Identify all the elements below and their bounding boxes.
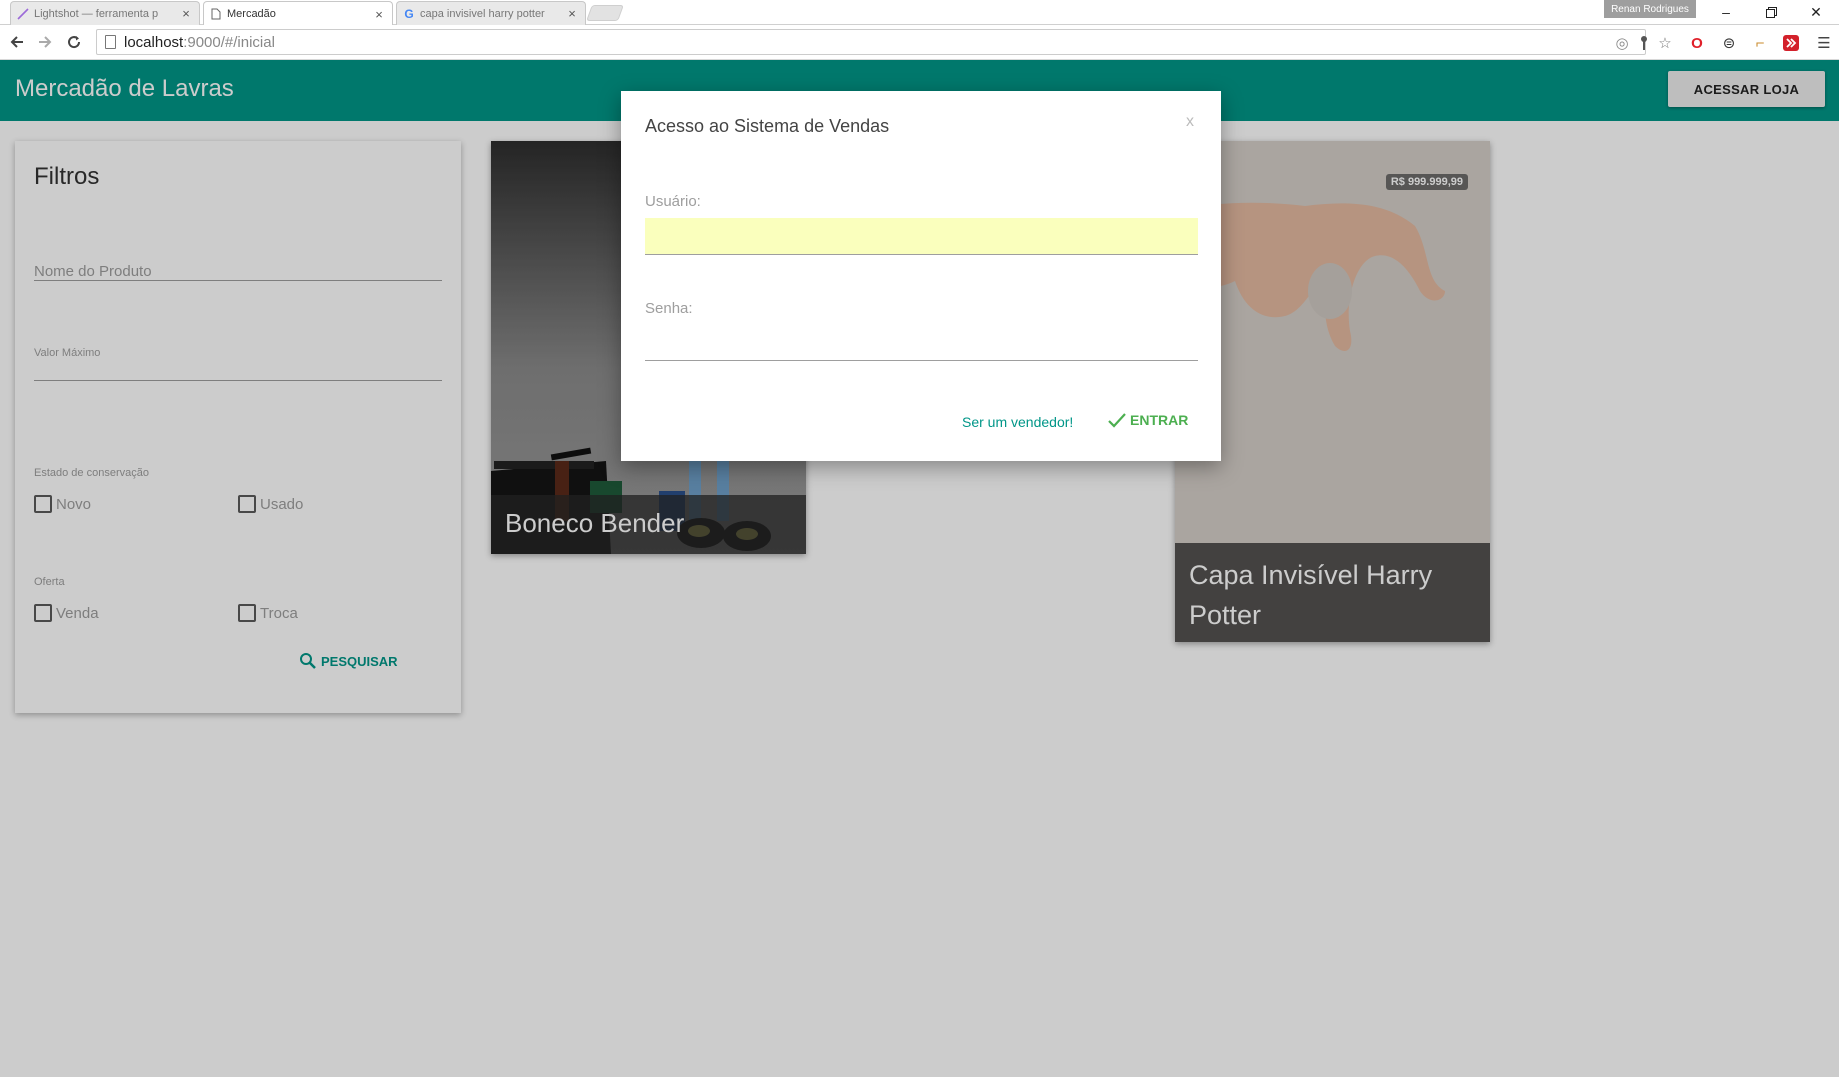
tab-title: Mercadão <box>227 8 276 20</box>
modal-close-button[interactable]: x <box>1186 113 1194 131</box>
modal-title: Acesso ao Sistema de Vendas <box>645 116 890 136</box>
browser-tab-strip: Lightshot — ferramenta p × Mercadão × G … <box>0 0 1839 26</box>
login-modal: Acesso ao Sistema de Vendas x Usuário: S… <box>621 91 1221 461</box>
opera-icon[interactable]: O <box>1687 33 1707 53</box>
password-label: Senha: <box>645 300 693 317</box>
minimize-icon[interactable]: – <box>1711 2 1741 22</box>
menu-icon[interactable]: ☰ <box>1814 33 1834 53</box>
google-icon: G <box>404 6 414 21</box>
enter-button[interactable]: ENTRAR <box>1107 411 1188 429</box>
enter-button-label: ENTRAR <box>1130 412 1189 428</box>
extension-red-icon[interactable] <box>1781 33 1801 53</box>
become-seller-link[interactable]: Ser um vendedor! <box>962 414 1073 430</box>
page: Mercadão de Lavras ACESSAR LOJA Filtros … <box>0 60 1839 1077</box>
sync-icon[interactable]: ⊜ <box>1719 33 1739 53</box>
url-host: localhost <box>124 33 184 51</box>
address-bar[interactable]: localhost:9000/#/inicial <box>96 29 1646 55</box>
forward-arrow-icon[interactable] <box>35 32 55 52</box>
check-icon <box>1108 413 1126 428</box>
restore-icon[interactable] <box>1756 2 1786 22</box>
close-icon[interactable]: × <box>372 7 386 22</box>
password-input[interactable] <box>645 360 1198 361</box>
browser-tab-lightshot[interactable]: Lightshot — ferramenta p × <box>10 1 200 25</box>
tab-title: capa invisivel harry potter <box>420 7 545 20</box>
reload-icon[interactable] <box>64 32 84 52</box>
user-label: Usuário: <box>645 193 701 210</box>
browser-toolbar: localhost:9000/#/inicial ◎ ☆ O ⊜ ⌐ ☰ <box>0 25 1839 60</box>
browser-tab-mercadao[interactable]: Mercadão × <box>203 1 393 26</box>
star-icon[interactable]: ☆ <box>1655 33 1675 53</box>
tab-title: Lightshot — ferramenta p <box>34 7 159 20</box>
page-icon <box>105 35 116 49</box>
feather-icon <box>17 7 29 20</box>
user-input[interactable] <box>645 218 1198 255</box>
new-tab-button[interactable] <box>586 5 624 21</box>
key-icon[interactable] <box>1634 33 1654 53</box>
location-target-icon[interactable]: ◎ <box>1612 33 1632 53</box>
close-icon[interactable]: × <box>179 6 193 21</box>
profile-name[interactable]: Renan Rodrigues <box>1604 0 1696 18</box>
browser-tab-google[interactable]: G capa invisivel harry potter × <box>396 1 586 25</box>
back-arrow-icon[interactable] <box>7 32 27 52</box>
url-path: :9000/#/inicial <box>183 33 275 51</box>
page-icon <box>210 8 222 20</box>
window-close-icon[interactable]: ✕ <box>1801 2 1831 22</box>
close-icon[interactable]: × <box>565 6 579 21</box>
wrench-icon[interactable]: ⌐ <box>1750 33 1770 53</box>
